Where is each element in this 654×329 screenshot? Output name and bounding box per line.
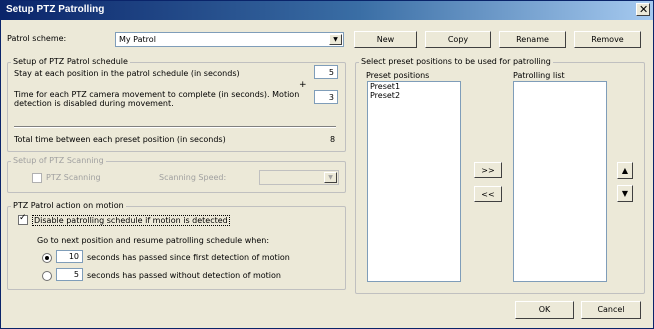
rename-button[interactable]: Rename [499, 31, 566, 48]
patrol-scheme-dropdown[interactable]: My Patrol ▼ [115, 32, 344, 47]
copy-button[interactable]: Copy [425, 31, 491, 48]
patrolling-list-label: Patrolling list [513, 71, 565, 80]
since-motion-label: seconds has passed since first detection… [87, 253, 290, 262]
cancel-button[interactable]: Cancel [581, 301, 641, 319]
patrol-scheme-label: Patrol scheme: [7, 34, 67, 43]
total-value: 8 [330, 135, 336, 144]
arrow-up-icon: ▲ [621, 166, 629, 175]
preset-positions-label: Preset positions [366, 71, 430, 80]
title-bar[interactable]: Setup PTZ Patrolling ✕ [1, 1, 653, 20]
without-motion-seconds-input[interactable]: 5 [56, 268, 83, 281]
close-icon: ✕ [639, 3, 649, 16]
disable-patrolling-checkbox[interactable] [18, 213, 28, 225]
remove-button[interactable]: Remove [574, 31, 641, 48]
chevron-down-icon[interactable]: ▼ [324, 172, 337, 183]
ok-button[interactable]: OK [515, 301, 574, 319]
goto-label: Go to next position and resume patrollin… [37, 236, 270, 245]
move-label-line2: detection is disabled during movement. [14, 99, 174, 108]
move-down-button[interactable]: ▼ [617, 185, 633, 202]
total-label: Total time between each preset position … [14, 135, 226, 144]
since-motion-radio[interactable] [42, 253, 52, 263]
close-button[interactable]: ✕ [636, 3, 650, 16]
ptz-scanning-label: PTZ Scanning [46, 173, 101, 182]
patrolling-list[interactable] [513, 81, 607, 282]
ptz-scanning-checkbox[interactable] [32, 173, 42, 183]
stay-label: Stay at each position in the patrol sche… [14, 69, 240, 78]
move-label-line1: Time for each PTZ camera movement to com… [14, 90, 300, 99]
window-title: Setup PTZ Patrolling [6, 4, 105, 15]
stay-input[interactable]: 5 [314, 65, 338, 79]
add-to-patrol-button[interactable]: >> [474, 162, 502, 178]
move-input[interactable]: 3 [314, 90, 338, 104]
chevron-down-icon[interactable]: ▼ [329, 34, 342, 45]
disable-patrolling-label: Disable patrolling schedule if motion is… [32, 215, 230, 226]
new-button[interactable]: New [354, 31, 417, 48]
without-motion-label: seconds has passed without detection of … [87, 271, 281, 280]
preset-positions-list[interactable]: Preset1 Preset2 [367, 81, 461, 282]
total-divider [14, 126, 336, 128]
patrol-scheme-value: My Patrol [119, 35, 156, 44]
since-motion-seconds-input[interactable]: 10 [56, 250, 83, 263]
scanning-speed-dropdown[interactable]: ▼ [259, 170, 339, 185]
list-item[interactable]: Preset1 [368, 82, 460, 91]
list-item[interactable]: Preset2 [368, 91, 460, 100]
setup-ptz-patrolling-dialog: Setup PTZ Patrolling ✕ Patrol scheme: My… [0, 0, 654, 329]
scanning-speed-label: Scanning Speed: [159, 173, 227, 182]
remove-from-patrol-button[interactable]: << [474, 186, 502, 202]
motion-action-title: PTZ Patrol action on motion [11, 201, 126, 210]
scanning-title: Setup of PTZ Scanning [11, 156, 106, 165]
plus-sign: + [299, 80, 307, 90]
move-up-button[interactable]: ▲ [617, 162, 633, 179]
presets-title: Select preset positions to be used for p… [359, 57, 553, 66]
without-motion-radio[interactable] [42, 271, 52, 281]
arrow-down-icon: ▼ [621, 189, 629, 198]
patrol-schedule-title: Setup of PTZ Patrol schedule [11, 57, 130, 66]
